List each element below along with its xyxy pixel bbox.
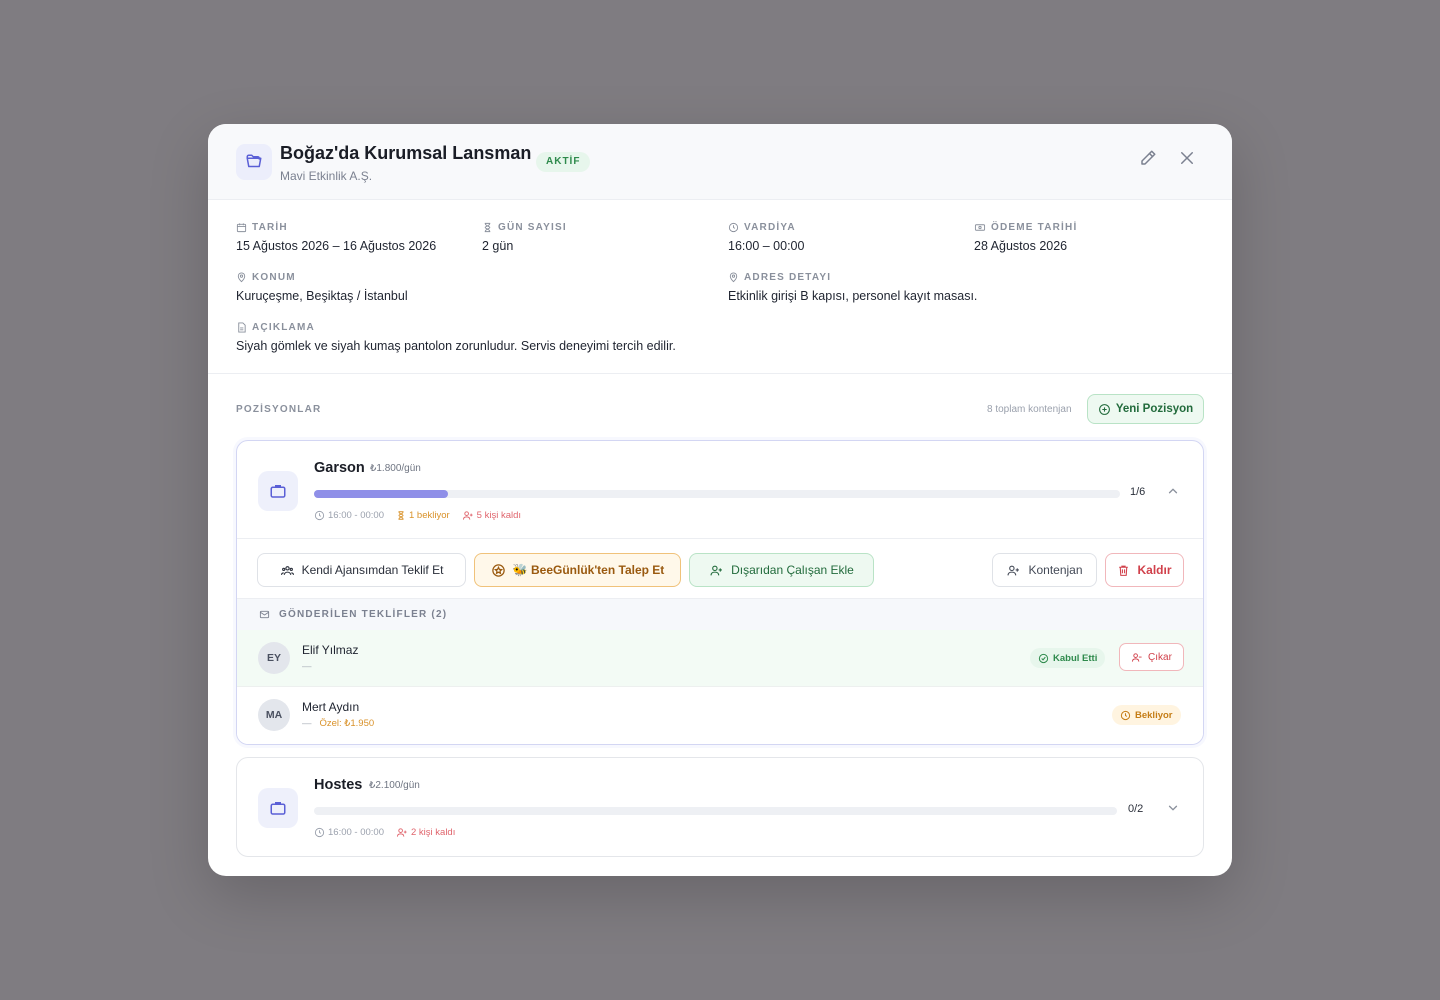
status-badge: Bekliyor [1112, 705, 1181, 725]
offer-sub: — [302, 661, 312, 672]
position-meta: 16:00 - 00:00 1 bekliyor 5 kişi kaldı [314, 510, 521, 521]
offer-row: EY Elif Yılmaz — Kabul Etti Çıkar [237, 630, 1203, 687]
document-icon [238, 321, 246, 333]
clock-icon [728, 222, 739, 232]
close-icon [1181, 152, 1193, 164]
position-rate: ₺1.800/gün [370, 463, 421, 474]
status-badge: Kabul Etti [1030, 648, 1106, 668]
days-field: GÜN SAYISI 2 gün [482, 221, 567, 254]
briefcase-icon [258, 471, 298, 511]
folder-open-icon [236, 144, 272, 180]
event-title: Boğaz'da Kurumsal Lansman [280, 143, 532, 163]
user-plus-icon [396, 828, 407, 837]
shift-value: 16:00 – 00:00 [728, 239, 805, 253]
add-external-worker-button[interactable]: Dışarıdan Çalışan Ekle [689, 553, 874, 587]
user-plus-icon [462, 511, 473, 520]
remove-position-button[interactable]: Kaldır [1105, 553, 1184, 587]
position-title: Garson [314, 460, 365, 476]
offer-row: MA Mert Aydın — Özel: ₺1.950 Bekliyor [237, 687, 1203, 744]
clock-icon [314, 510, 325, 521]
offer-from-agency-button[interactable]: Kendi Ajansımdan Teklif Et [257, 553, 466, 587]
star-circle-icon [491, 563, 505, 577]
hourglass-icon [484, 222, 491, 232]
position-card-garson[interactable]: Garson ₺1.800/gün 1/6 16:00 - 00:00 1 be… [236, 440, 1204, 745]
collapse-button[interactable] [1165, 483, 1181, 499]
description-field: AÇIKLAMA Siyah gömlek ve siyah kumaş pan… [236, 321, 676, 354]
users-icon [280, 565, 294, 575]
edit-button[interactable] [1136, 146, 1160, 170]
user-plus-icon [1008, 565, 1020, 575]
close-button[interactable] [1175, 146, 1199, 170]
request-from-beegunluk-button[interactable]: 🐝 BeeGünlük'ten Talep Et [474, 553, 681, 587]
location-value: Kuruçeşme, Beşiktaş / İstanbul [236, 289, 408, 303]
position-count: 1/6 [1130, 486, 1146, 498]
position-detail-modal: Boğaz'da Kurumsal Lansman Mavi Etkinlik … [208, 124, 1232, 876]
days-value: 2 gün [482, 239, 514, 253]
positions-label: POZİSYONLAR [236, 404, 322, 415]
address-value: Etkinlik girişi B kapısı, personel kayıt… [728, 289, 978, 303]
chevron-up-icon [1168, 488, 1178, 494]
location-field: KONUM Kuruçeşme, Beşiktaş / İstanbul [236, 271, 408, 304]
pencil-icon [1141, 150, 1156, 165]
sent-offers-header: GÖNDERİLEN TEKLİFLER (2) [237, 598, 1203, 630]
status-badge: AKTİF [536, 152, 591, 172]
position-rate: ₺2.100/gün [369, 780, 420, 791]
date-field: TARİH 15 Ağustos 2026 – 16 Ağustos 2026 [236, 221, 437, 254]
mail-icon [259, 610, 270, 619]
total-quota: 8 toplam kontenjan [987, 404, 1072, 415]
user-plus-icon [710, 565, 723, 575]
modal-header: Boğaz'da Kurumsal Lansman Mavi Etkinlik … [208, 124, 1232, 200]
position-count: 0/2 [1128, 803, 1144, 815]
offer-sub: — Özel: ₺1.950 [302, 718, 375, 729]
divider [208, 373, 1232, 374]
position-title: Hostes [314, 777, 363, 793]
expand-button[interactable] [1165, 800, 1181, 816]
avatar: MA [258, 699, 290, 731]
remove-worker-button[interactable]: Çıkar [1119, 643, 1184, 671]
clock-icon [1120, 710, 1131, 720]
position-actions: Kendi Ajansımdan Teklif Et 🐝 BeeGünlük't… [237, 538, 1203, 598]
payment-field: ÖDEME TARİHİ 28 Ağustos 2026 [974, 221, 1078, 254]
company-name: Mavi Etkinlik A.Ş. [280, 169, 373, 183]
plus-circle-icon [1098, 403, 1110, 415]
position-card-hostes[interactable]: Hostes ₺2.100/gün 0/2 16:00 - 00:00 2 ki… [236, 757, 1204, 857]
money-icon [974, 223, 986, 231]
quota-button[interactable]: Kontenjan [992, 553, 1097, 587]
avatar: EY [258, 642, 290, 674]
new-position-button[interactable]: Yeni Pozisyon [1087, 394, 1204, 424]
user-minus-icon [1132, 652, 1142, 662]
address-field: ADRES DETAYI Etkinlik girişi B kapısı, p… [728, 271, 978, 304]
position-meta: 16:00 - 00:00 2 kişi kaldı [314, 827, 455, 838]
progress-fill [314, 490, 449, 498]
payment-value: 28 Ağustos 2026 [974, 239, 1068, 253]
hourglass-icon [398, 511, 404, 520]
map-pin-icon [729, 272, 738, 282]
check-circle-icon [1038, 653, 1049, 663]
progress-track [314, 490, 1120, 498]
description-value: Siyah gömlek ve siyah kumaş pantolon zor… [236, 339, 676, 353]
offer-name: Mert Aydın [302, 700, 360, 714]
offer-name: Elif Yılmaz [302, 643, 359, 657]
calendar-icon [236, 222, 247, 232]
briefcase-icon [258, 788, 298, 828]
map-pin-icon [237, 272, 246, 282]
clock-icon [314, 827, 325, 838]
date-value: 15 Ağustos 2026 – 16 Ağustos 2026 [236, 239, 437, 253]
special-rate: Özel: ₺1.950 [319, 718, 375, 729]
shift-field: VARDİYA 16:00 – 00:00 [728, 221, 805, 254]
progress-track [314, 807, 1117, 815]
trash-icon [1119, 565, 1129, 576]
chevron-down-icon [1168, 805, 1178, 811]
